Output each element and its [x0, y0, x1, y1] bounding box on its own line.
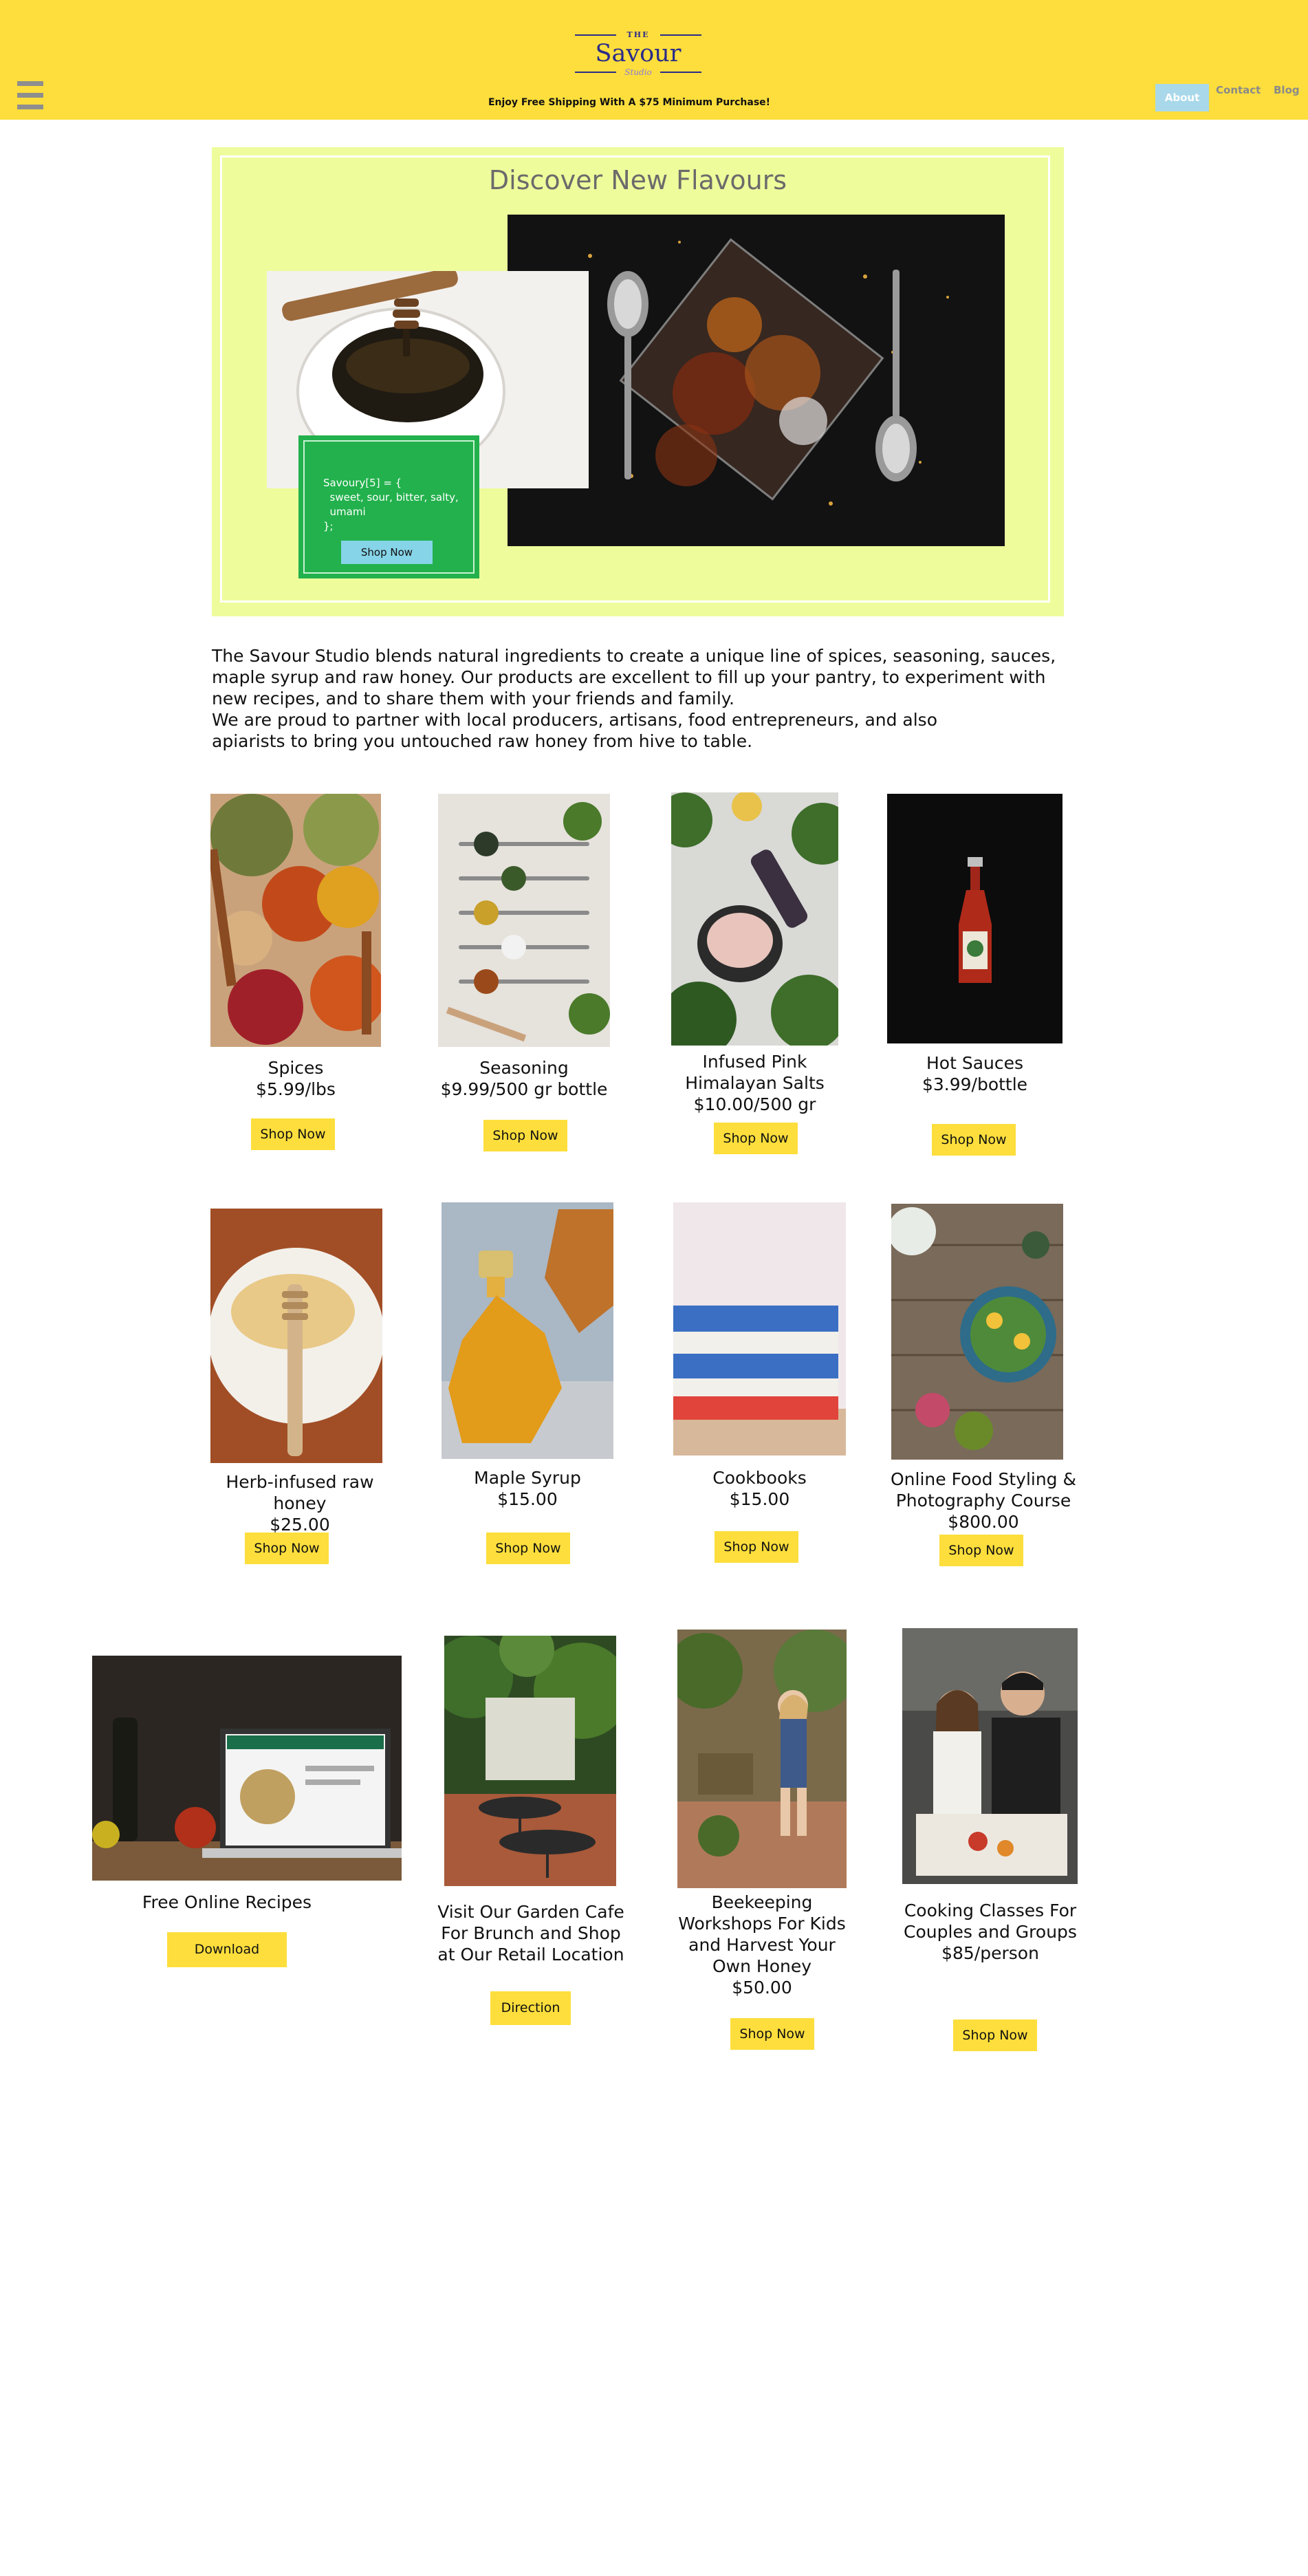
- hot-sauce-shop-now-button[interactable]: Shop Now: [932, 1124, 1016, 1156]
- product-caption: Infused Pink Himalayan Salts $10.00/500 …: [671, 1051, 838, 1115]
- product-caption: Free Online Recipes: [92, 1892, 362, 1913]
- hero-title: Discover New Flavours: [488, 165, 787, 195]
- spices-shop-now-button[interactable]: Shop Now: [251, 1118, 335, 1150]
- code-line: };: [323, 520, 334, 532]
- product-name: Free Online Recipes: [142, 1892, 312, 1912]
- product-name: Maple Syrup: [474, 1468, 581, 1488]
- product-name: Spices: [268, 1058, 324, 1078]
- product-name: Beekeeping: [711, 1892, 813, 1912]
- nav-about[interactable]: About: [1155, 84, 1209, 111]
- product-price: $50.00: [732, 1978, 792, 1998]
- food-styling-photo[interactable]: [891, 1204, 1063, 1460]
- salts-shop-now-button[interactable]: Shop Now: [714, 1123, 798, 1154]
- product-caption: Cooking Classes For Couples and Groups $…: [894, 1900, 1087, 1964]
- food-styling-shop-now-button[interactable]: Shop Now: [939, 1535, 1023, 1566]
- product-name: Own Honey: [712, 1956, 812, 1976]
- shipping-banner: Enjoy Free Shipping With A $75 Minimum P…: [488, 97, 771, 108]
- maple-syrup-photo[interactable]: [442, 1202, 613, 1459]
- directions-button[interactable]: Direction: [490, 1991, 571, 2025]
- product-name: Workshops For Kids: [678, 1914, 846, 1934]
- seasoning-photo[interactable]: [438, 794, 610, 1047]
- product-caption: Visit Our Garden Cafe For Brunch and Sho…: [437, 1901, 624, 1965]
- product-price: $85/person: [941, 1943, 1039, 1963]
- cooking-class-shop-now-button[interactable]: Shop Now: [953, 2020, 1037, 2051]
- product-caption: Hot Sauces $3.99/bottle: [887, 1052, 1062, 1095]
- spices-photo[interactable]: [210, 794, 381, 1047]
- product-caption: Seasoning $9.99/500 gr bottle: [438, 1057, 610, 1100]
- product-caption: Cookbooks $15.00: [673, 1467, 846, 1510]
- beekeeping-shop-now-button[interactable]: Shop Now: [730, 2018, 814, 2050]
- code-line: sweet, sour, bitter, salty,: [323, 491, 459, 504]
- product-price: $15.00: [497, 1489, 558, 1509]
- nav-blog[interactable]: Blog: [1274, 84, 1300, 111]
- product-name: Photography Course: [895, 1491, 1071, 1511]
- logo-studio: Studio: [624, 67, 652, 77]
- product-name: Cookbooks: [712, 1468, 807, 1488]
- code-snippet: Savoury[5] = { sweet, sour, bitter, salt…: [323, 476, 468, 534]
- logo-the: THE: [626, 30, 650, 39]
- product-name: For Brunch and Shop: [441, 1923, 621, 1943]
- product-name: and Harvest Your: [688, 1935, 836, 1955]
- product-name: Online Food Styling &: [891, 1469, 1076, 1489]
- product-price: $3.99/bottle: [922, 1074, 1028, 1094]
- intro-paragraph: The Savour Studio blends natural ingredi…: [212, 646, 1056, 708]
- product-caption: Spices $5.99/lbs: [210, 1057, 381, 1100]
- product-price: $5.99/lbs: [256, 1079, 336, 1099]
- laptop-recipes-photo[interactable]: [92, 1656, 402, 1881]
- product-caption: Online Food Styling & Photography Course…: [887, 1469, 1080, 1533]
- product-name: at Our Retail Location: [437, 1945, 624, 1965]
- product-name: Himalayan Salts: [685, 1073, 825, 1093]
- logo-name: Savour: [595, 40, 682, 67]
- product-name: Cooking Classes For: [904, 1901, 1077, 1920]
- code-line: Savoury[5] = {: [323, 477, 402, 489]
- product-price: $9.99/500 gr bottle: [440, 1079, 608, 1099]
- beekeeping-photo[interactable]: [677, 1630, 847, 1888]
- honey-shop-now-button[interactable]: Shop Now: [245, 1533, 329, 1564]
- product-name: Herb-infused raw honey: [226, 1472, 374, 1513]
- intro-paragraph: We are proud to partner with local produ…: [212, 710, 938, 751]
- intro-text: The Savour Studio blends natural ingredi…: [212, 645, 1071, 752]
- product-caption: Beekeeping Workshops For Kids and Harves…: [677, 1892, 847, 1998]
- product-name: Infused Pink: [702, 1052, 807, 1072]
- product-price: $15.00: [729, 1489, 790, 1509]
- nav-contact[interactable]: Contact: [1216, 84, 1261, 111]
- honey-photo[interactable]: [210, 1209, 382, 1463]
- product-name: Couples and Groups: [904, 1922, 1077, 1942]
- garden-cafe-photo[interactable]: [444, 1636, 616, 1886]
- cookbooks-photo[interactable]: [673, 1202, 846, 1455]
- product-caption: Herb-infused raw honey $25.00: [199, 1471, 400, 1535]
- code-line: umami: [323, 506, 366, 518]
- hero-shop-now-button[interactable]: Shop Now: [341, 541, 433, 564]
- product-name: Hot Sauces: [926, 1053, 1024, 1073]
- product-name: Seasoning: [479, 1058, 569, 1078]
- product-caption: Maple Syrup $15.00: [442, 1467, 613, 1510]
- product-price: $800.00: [948, 1512, 1019, 1532]
- site-header: THE Savour Studio Enjoy Free Shipping Wi…: [0, 0, 1308, 120]
- maple-syrup-shop-now-button[interactable]: Shop Now: [486, 1533, 570, 1564]
- cooking-class-photo[interactable]: [902, 1628, 1078, 1884]
- product-name: Visit Our Garden Cafe: [437, 1902, 624, 1922]
- salts-photo[interactable]: [671, 792, 838, 1046]
- product-price: $10.00/500 gr: [693, 1094, 816, 1114]
- site-logo[interactable]: THE Savour Studio: [575, 30, 701, 78]
- cookbooks-shop-now-button[interactable]: Shop Now: [715, 1531, 798, 1563]
- seasoning-shop-now-button[interactable]: Shop Now: [483, 1120, 567, 1151]
- hamburger-menu-icon[interactable]: [17, 81, 43, 110]
- hot-sauce-photo[interactable]: [887, 794, 1062, 1043]
- download-recipes-button[interactable]: Download: [167, 1932, 287, 1967]
